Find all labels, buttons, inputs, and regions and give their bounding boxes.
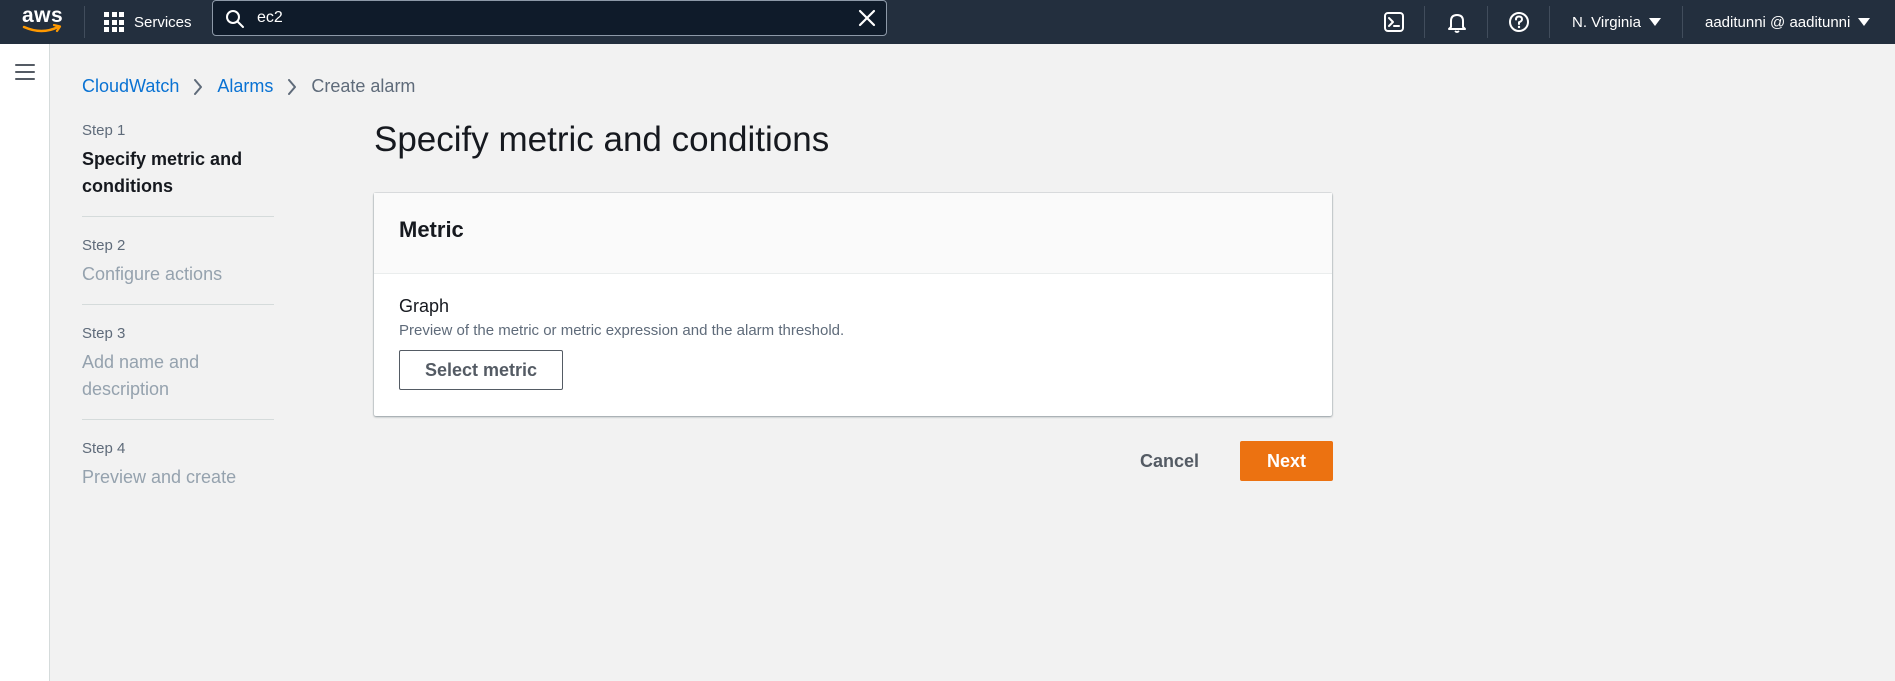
- aws-smile-icon: [22, 24, 62, 33]
- search-input[interactable]: [257, 3, 837, 33]
- step-number: Step 3: [82, 325, 126, 342]
- step-number: Step 2: [82, 237, 126, 254]
- region-label: N. Virginia: [1572, 13, 1641, 31]
- top-navigation: aws Services ec2 N. Virginia aaditunni @…: [0, 0, 1895, 44]
- step-number: Step 1: [82, 122, 126, 139]
- card-title: Metric: [399, 217, 464, 242]
- wizard-step-4: Step 4 Preview and create: [82, 440, 274, 507]
- breadcrumb: CloudWatch Alarms Create alarm: [82, 76, 415, 97]
- wizard-step-1: Step 1 Specify metric and conditions: [82, 122, 274, 217]
- close-icon[interactable]: [858, 9, 876, 27]
- step-title: Add name and description: [82, 352, 200, 399]
- search-icon: [226, 10, 244, 28]
- cancel-button[interactable]: Cancel: [1140, 441, 1199, 481]
- nav-divider: [1549, 6, 1550, 38]
- select-metric-button[interactable]: Select metric: [399, 350, 564, 390]
- caret-down-icon: [1858, 18, 1871, 26]
- step-number: Step 4: [82, 440, 126, 457]
- help-icon[interactable]: [1505, 8, 1533, 36]
- nav-divider: [1424, 6, 1425, 38]
- step-title: Configure actions: [82, 264, 223, 284]
- bell-icon[interactable]: [1443, 8, 1471, 36]
- wizard-steps: Step 1 Specify metric and conditions Ste…: [82, 122, 274, 527]
- chevron-right-icon: [193, 78, 203, 95]
- cloudshell-icon[interactable]: [1380, 8, 1408, 36]
- step-title: Specify metric and conditions: [82, 149, 243, 196]
- account-label: aaditunni @ aaditunni: [1705, 13, 1851, 31]
- nav-divider: [84, 6, 85, 38]
- wizard-step-2: Step 2 Configure actions: [82, 237, 274, 305]
- step-title: Preview and create: [82, 467, 237, 487]
- wizard-step-3: Step 3 Add name and description: [82, 325, 274, 420]
- grid-icon: [104, 12, 124, 32]
- account-menu[interactable]: aaditunni @ aaditunni: [1705, 0, 1871, 44]
- graph-description: Preview of the metric or metric expressi…: [399, 322, 845, 339]
- aws-logo[interactable]: aws: [22, 4, 66, 38]
- region-selector[interactable]: N. Virginia: [1572, 0, 1661, 44]
- card-header: Metric: [374, 193, 1332, 274]
- search-box: [212, 0, 887, 36]
- breadcrumb-cloudwatch[interactable]: CloudWatch: [82, 76, 179, 97]
- metric-container: Metric Graph Preview of the metric or me…: [374, 193, 1332, 416]
- card-body: Graph Preview of the metric or metric ex…: [374, 274, 1332, 412]
- nav-divider: [1682, 6, 1683, 38]
- graph-label: Graph: [399, 296, 450, 316]
- breadcrumb-alarms[interactable]: Alarms: [217, 76, 273, 97]
- page-title: Specify metric and conditions: [374, 120, 830, 159]
- services-menu-button[interactable]: Services: [104, 0, 192, 44]
- side-navigation-rail: [0, 44, 50, 681]
- breadcrumb-current: Create alarm: [311, 76, 416, 96]
- next-button[interactable]: Next: [1240, 441, 1334, 481]
- menu-icon[interactable]: [15, 64, 35, 85]
- caret-down-icon: [1648, 18, 1661, 26]
- nav-divider: [1487, 6, 1488, 38]
- services-label: Services: [134, 13, 192, 31]
- chevron-right-icon: [287, 78, 297, 95]
